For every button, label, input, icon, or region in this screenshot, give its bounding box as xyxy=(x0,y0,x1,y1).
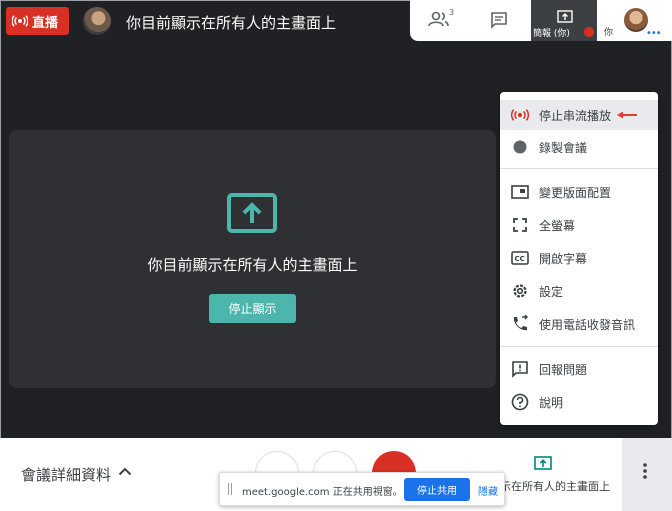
svg-text:CC: CC xyxy=(515,255,525,263)
menu-item-label: 全螢幕 xyxy=(539,218,576,233)
menu-item-settings[interactable]: 設定 xyxy=(500,276,658,306)
menu-divider xyxy=(500,346,658,347)
fullscreen-icon xyxy=(513,218,527,232)
menu-item-record[interactable]: 錄製會議 xyxy=(500,132,658,162)
present-screen-icon xyxy=(227,193,277,233)
chat-icon xyxy=(491,12,507,29)
red-arrow-annotation xyxy=(617,111,637,119)
people-icon xyxy=(428,11,449,27)
share-message: meet.google.com 正在共用視窗。 xyxy=(242,487,403,498)
menu-item-label: 變更版面配置 xyxy=(539,185,612,200)
menu-item-label: 停止串流播放 xyxy=(539,108,612,123)
self-tile-label: 你 xyxy=(604,28,614,38)
present-screen-icon[interactable] xyxy=(534,456,552,470)
more-options-button[interactable] xyxy=(622,438,672,511)
menu-item-label: 使用電話收發音訊 xyxy=(539,317,636,332)
page-title: 你目前顯示在所有人的主畫面上 xyxy=(126,14,337,32)
gear-icon xyxy=(513,284,527,298)
presenting-card: 你目前顯示在所有人的主畫面上 停止顯示 xyxy=(9,130,496,388)
captions-icon: CC xyxy=(511,251,529,265)
mic-off-icon xyxy=(584,27,594,37)
menu-item-phone-audio[interactable]: 使用電話收發音訊 xyxy=(500,309,658,339)
stop-sharing-button[interactable]: 停止共用 xyxy=(404,478,470,501)
menu-item-label: 回報問題 xyxy=(539,362,588,377)
present-screen-icon xyxy=(557,10,573,23)
hide-link[interactable]: 隱藏 xyxy=(478,483,498,498)
drag-handle-icon[interactable] xyxy=(228,483,232,495)
live-icon xyxy=(12,15,28,27)
people-count: 3 xyxy=(449,8,455,17)
chevron-up-icon[interactable] xyxy=(118,467,132,476)
presenting-message: 你目前顯示在所有人的主畫面上 xyxy=(147,256,358,274)
layout-icon xyxy=(511,185,529,199)
help-icon xyxy=(511,393,529,411)
feedback-icon xyxy=(512,361,528,378)
menu-item-label: 開啟字幕 xyxy=(539,251,588,266)
menu-item-layout[interactable]: 變更版面配置 xyxy=(500,177,658,207)
live-label: 直播 xyxy=(32,15,59,31)
stop-presenting-button[interactable]: 停止顯示 xyxy=(209,294,296,323)
present-now-label[interactable]: 示在所有人的主畫面上 xyxy=(500,478,610,494)
more-vert-icon xyxy=(643,463,647,479)
live-badge[interactable]: 直播 xyxy=(6,7,69,35)
people-button[interactable]: 3 xyxy=(428,8,455,32)
menu-item-fullscreen[interactable]: 全螢幕 xyxy=(500,210,658,240)
record-icon xyxy=(513,140,527,154)
menu-item-help[interactable]: 說明 xyxy=(500,387,658,417)
menu-item-captions[interactable]: CC 開啟字幕 xyxy=(500,243,658,273)
more-dots-icon: ••• xyxy=(646,28,662,39)
menu-item-label: 錄製會議 xyxy=(539,140,588,155)
top-right-panel: 3 簡報 (你) 你 ••• xyxy=(410,0,672,41)
options-menu: 停止串流播放 錄製會議 變更版面配置 全螢幕 CC 開啟字幕 設定 使用電話收發… xyxy=(500,92,658,425)
menu-item-label: 設定 xyxy=(539,284,564,299)
self-avatar xyxy=(624,8,648,32)
presentation-tile-label: 簡報 (你) xyxy=(533,29,570,39)
self-tile[interactable]: 你 ••• xyxy=(601,0,672,41)
menu-divider xyxy=(500,168,658,169)
chat-button[interactable] xyxy=(490,11,508,33)
live-icon xyxy=(511,109,529,121)
menu-item-report-problem[interactable]: 回報問題 xyxy=(500,354,658,384)
phone-icon xyxy=(513,315,528,331)
menu-item-label: 說明 xyxy=(539,395,564,410)
presentation-tile[interactable]: 簡報 (你) xyxy=(531,0,597,41)
presenter-avatar xyxy=(83,7,111,35)
screen-share-bar: meet.google.com 正在共用視窗。 停止共用 隱藏 xyxy=(219,472,505,506)
meeting-details-label[interactable]: 會議詳細資料 xyxy=(21,464,111,485)
